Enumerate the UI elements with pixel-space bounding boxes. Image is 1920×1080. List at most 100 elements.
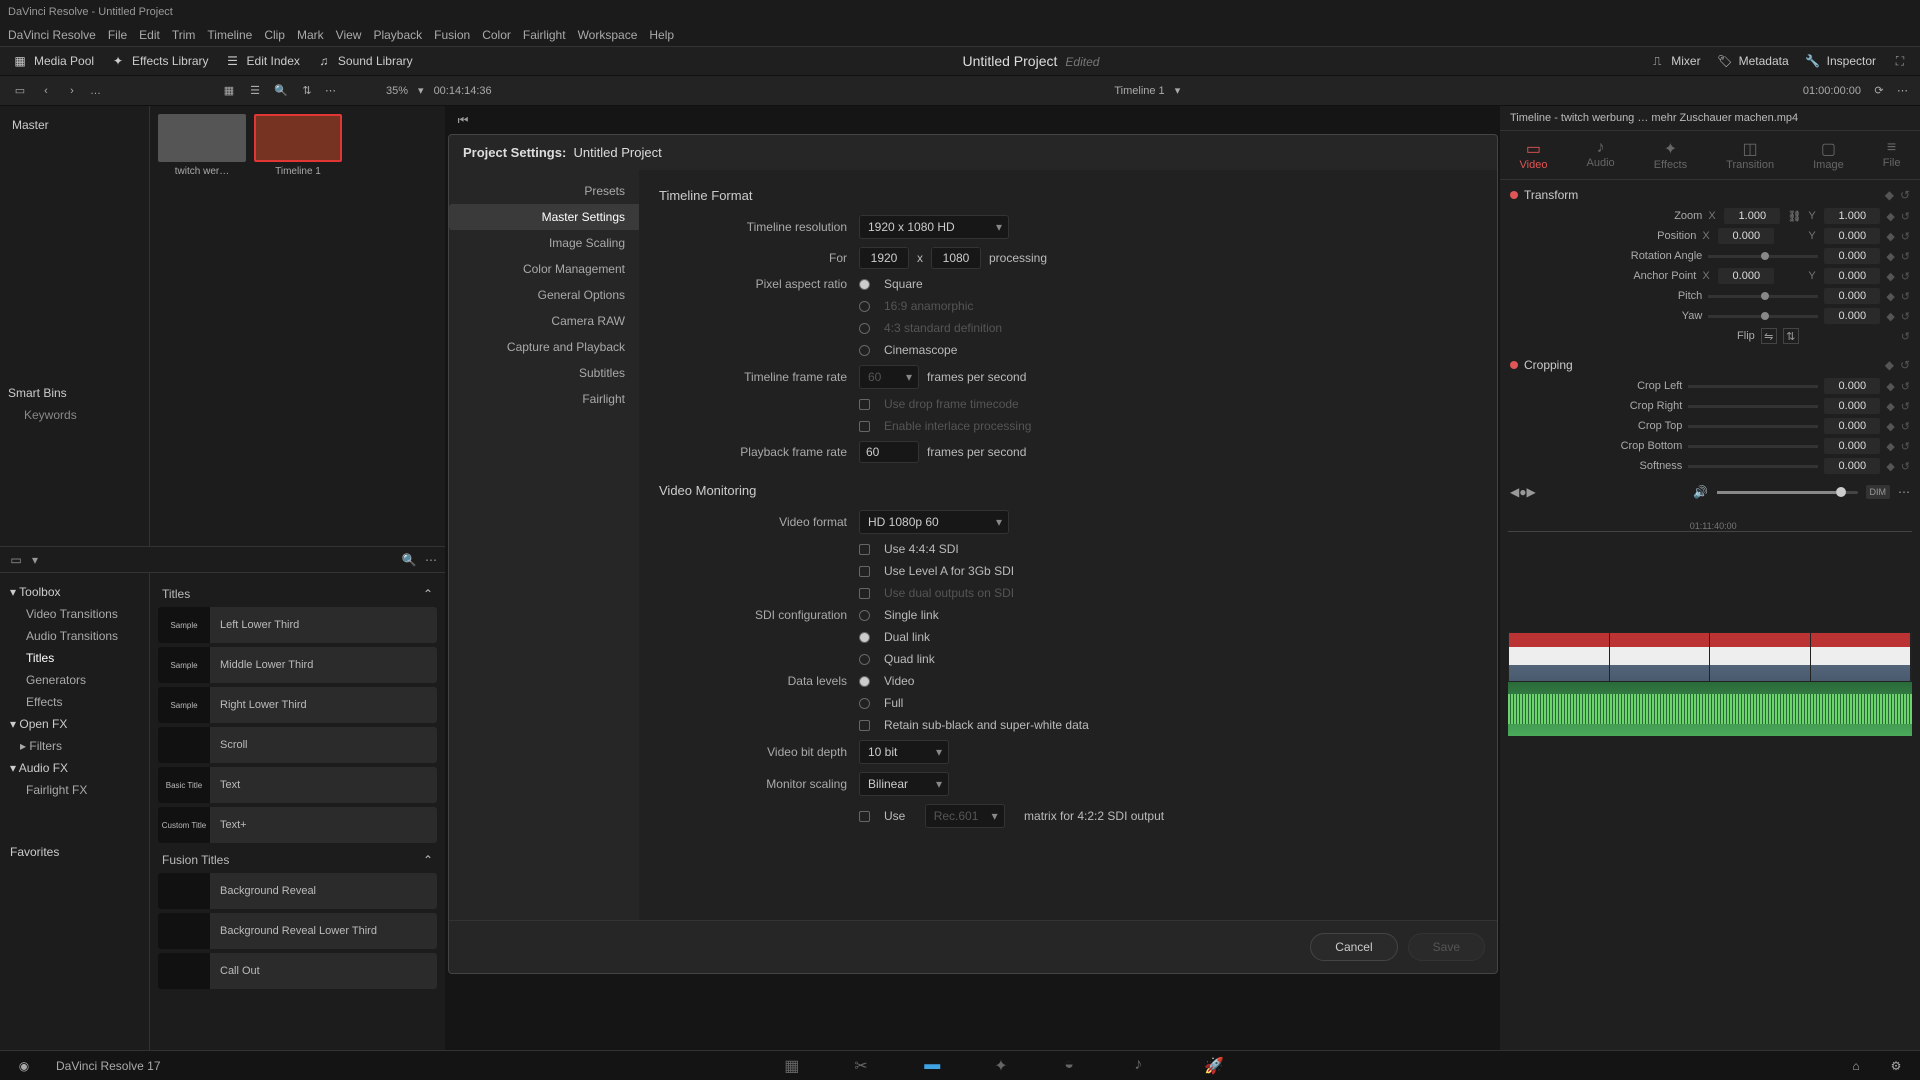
reset-icon[interactable]: ↺ <box>1901 250 1910 263</box>
bin-view-icon[interactable]: ▭ <box>12 83 28 99</box>
color-page-icon[interactable]: ◒ <box>1064 1056 1084 1076</box>
title-item[interactable]: SampleRight Lower Third <box>158 687 437 723</box>
video-bit-depth-select[interactable]: 10 bit <box>859 740 949 764</box>
monitor-scaling-select[interactable]: Bilinear <box>859 772 949 796</box>
fx-cat-audio-transitions[interactable]: Audio Transitions <box>8 625 141 647</box>
fx-cat-generators[interactable]: Generators <box>8 669 141 691</box>
side-camera-raw[interactable]: Camera RAW <box>449 308 639 334</box>
par-square-radio[interactable] <box>859 279 870 290</box>
cut-page-icon[interactable]: ✂ <box>854 1056 874 1076</box>
reset-icon[interactable]: ↺ <box>1901 310 1910 323</box>
menu-help[interactable]: Help <box>649 28 674 42</box>
arrow-left-icon[interactable]: ‹ <box>38 83 54 99</box>
keyframe-icon[interactable]: ◆ <box>1886 270 1894 283</box>
chevron-down-icon[interactable]: ▾ <box>32 553 38 567</box>
inspector-button[interactable]: 🔧Inspector <box>1805 53 1876 69</box>
gear-icon[interactable]: ⚙ <box>1888 1058 1904 1074</box>
anchor-x[interactable]: 0.000 <box>1718 268 1774 284</box>
list-view-icon[interactable]: ☰ <box>247 83 263 99</box>
yaw[interactable]: 0.000 <box>1824 308 1880 324</box>
reset-icon[interactable]: ↺ <box>1901 270 1910 283</box>
title-item[interactable]: Basic TitleText <box>158 767 437 803</box>
zoom-percent[interactable]: 35% <box>386 85 408 97</box>
menu-file[interactable]: File <box>108 28 127 42</box>
chevron-down-icon[interactable]: ▾ <box>1175 84 1181 97</box>
reset-icon[interactable]: ↺ <box>1901 230 1910 243</box>
fx-cat-effects[interactable]: Effects <box>8 691 141 713</box>
fusion-page-icon[interactable]: ✦ <box>994 1056 1014 1076</box>
crop-left[interactable]: 0.000 <box>1824 378 1880 394</box>
deliver-page-icon[interactable]: 🚀 <box>1204 1056 1224 1076</box>
video-format-select[interactable]: HD 1080p 60 <box>859 510 1009 534</box>
menu-davinci[interactable]: DaVinci Resolve <box>8 28 96 42</box>
keyframe-icon[interactable]: ◆ <box>1886 250 1894 263</box>
menu-view[interactable]: View <box>336 28 362 42</box>
side-image-scaling[interactable]: Image Scaling <box>449 230 639 256</box>
collapse-icon[interactable]: ⌃ <box>423 587 433 601</box>
side-general-options[interactable]: General Options <box>449 282 639 308</box>
keyframe-icon[interactable]: ◆ <box>1886 210 1894 223</box>
tab-transition[interactable]: ◫Transition <box>1726 139 1774 171</box>
menu-timeline[interactable]: Timeline <box>207 28 252 42</box>
timeline-name[interactable]: Timeline 1 <box>1114 85 1164 97</box>
data-levels-full-radio[interactable] <box>859 698 870 709</box>
link-icon[interactable]: ⛓ <box>1786 208 1802 224</box>
media-page-icon[interactable]: ▦ <box>784 1056 804 1076</box>
tab-effects[interactable]: ✦Effects <box>1654 139 1687 171</box>
speaker-icon[interactable]: 🔊 <box>1693 484 1709 500</box>
rotation-angle[interactable]: 0.000 <box>1824 248 1880 264</box>
anchor-y[interactable]: 0.000 <box>1824 268 1880 284</box>
side-fairlight[interactable]: Fairlight <box>449 386 639 412</box>
width-input[interactable]: 1920 <box>859 247 909 269</box>
thumbs-icon[interactable]: ▦ <box>221 83 237 99</box>
retain-subblack-check[interactable] <box>859 720 870 731</box>
fx-cat-toolbox[interactable]: ▾ Toolbox <box>8 581 141 603</box>
chevron-down-icon[interactable]: ▾ <box>418 84 424 97</box>
title-item[interactable]: Scroll <box>158 727 437 763</box>
side-capture-playback[interactable]: Capture and Playback <box>449 334 639 360</box>
menu-playback[interactable]: Playback <box>373 28 422 42</box>
softness[interactable]: 0.000 <box>1824 458 1880 474</box>
menu-clip[interactable]: Clip <box>264 28 285 42</box>
master-bin[interactable]: Master <box>8 114 141 136</box>
side-subtitles[interactable]: Subtitles <box>449 360 639 386</box>
title-item[interactable]: SampleMiddle Lower Third <box>158 647 437 683</box>
side-master-settings[interactable]: Master Settings <box>449 204 639 230</box>
fusion-title-item[interactable]: Background Reveal Lower Third <box>158 913 437 949</box>
dim-button[interactable]: DIM <box>1866 485 1891 499</box>
crop-right[interactable]: 0.000 <box>1824 398 1880 414</box>
media-pool-button[interactable]: ▦Media Pool <box>12 53 94 69</box>
crop-bottom[interactable]: 0.000 <box>1824 438 1880 454</box>
mixer-button[interactable]: ⎍Mixer <box>1649 53 1700 69</box>
keyframe-icon[interactable]: ◆ <box>1886 230 1894 243</box>
clip-thumb[interactable]: twitch wer… <box>158 114 246 177</box>
search-icon[interactable]: 🔍 <box>401 552 417 568</box>
timeline-preview[interactable]: 01:11:40:00 <box>1500 504 1920 794</box>
collapse-icon[interactable]: ⌃ <box>423 853 433 867</box>
menu-trim[interactable]: Trim <box>172 28 196 42</box>
metadata-button[interactable]: 🏷Metadata <box>1717 53 1789 69</box>
search-icon[interactable]: 🔍 <box>273 83 289 99</box>
sdi-quad-radio[interactable] <box>859 654 870 665</box>
menu-workspace[interactable]: Workspace <box>578 28 638 42</box>
tab-file[interactable]: ≡File <box>1883 139 1901 171</box>
arrow-right-icon[interactable]: › <box>64 83 80 99</box>
fx-cat-openfx[interactable]: ▾ Open FX <box>8 713 141 735</box>
sort-icon[interactable]: ⇅ <box>299 83 315 99</box>
sound-library-button[interactable]: ♫Sound Library <box>316 53 413 69</box>
keywords-bin[interactable]: Keywords <box>8 408 141 422</box>
tab-image[interactable]: ▢Image <box>1813 139 1844 171</box>
position-y[interactable]: 0.000 <box>1824 228 1880 244</box>
fx-cat-titles[interactable]: Titles <box>8 647 141 669</box>
fusion-title-item[interactable]: Call Out <box>158 953 437 989</box>
side-presets[interactable]: Presets <box>449 178 639 204</box>
fusion-title-item[interactable]: Background Reveal <box>158 873 437 909</box>
timeline-resolution-select[interactable]: 1920 x 1080 HD <box>859 215 1009 239</box>
reset-icon[interactable]: ↺ <box>1901 330 1910 343</box>
reset-icon[interactable]: ↺ <box>1901 290 1910 303</box>
sdi-single-radio[interactable] <box>859 610 870 621</box>
par-cinemascope-radio[interactable] <box>859 345 870 356</box>
effects-library-button[interactable]: ✦Effects Library <box>110 53 208 69</box>
first-frame-icon[interactable]: ⏮ <box>455 112 471 128</box>
cancel-button[interactable]: Cancel <box>1310 933 1397 961</box>
